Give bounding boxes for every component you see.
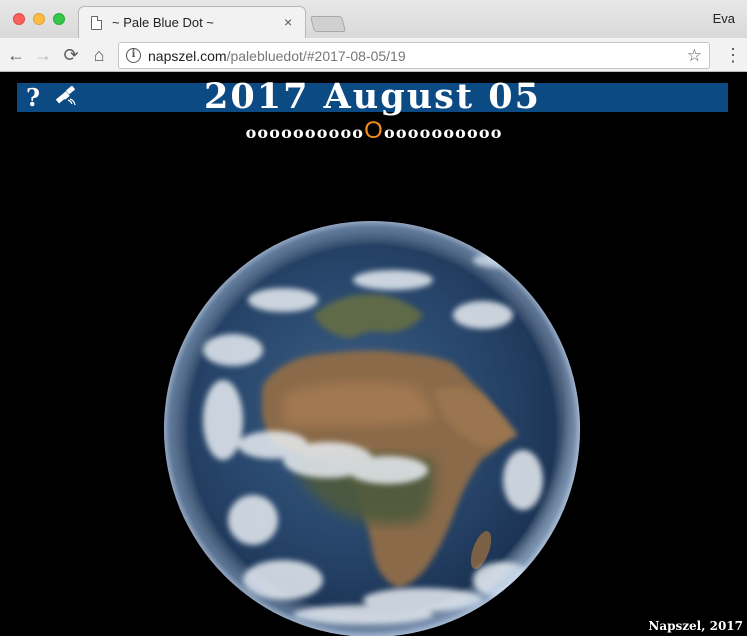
help-icon[interactable]: ? (26, 84, 40, 112)
frame-dot[interactable]: o (257, 121, 268, 145)
frame-dot[interactable]: o (408, 121, 419, 145)
bookmark-star-icon[interactable]: ☆ (687, 46, 702, 66)
frame-dot[interactable]: o (317, 121, 328, 145)
browser-tab[interactable]: ~ Pale Blue Dot ~ × (78, 6, 306, 39)
browser-titlebar: ~ Pale Blue Dot ~ × Eva (0, 0, 747, 39)
tab-close-icon[interactable]: × (284, 14, 292, 30)
frame-dot[interactable]: o (352, 121, 363, 145)
browser-toolbar: ← → ⟳ ⌂ i napszel.com/palebluedot/#2017-… (0, 38, 747, 72)
forward-arrow-icon[interactable]: → (33, 45, 53, 65)
frame-dot[interactable]: o (467, 121, 478, 145)
frame-dot[interactable]: o (269, 121, 280, 145)
page-content: 2017 August 05 ? ooooooooooOoooooooooo N… (0, 73, 747, 636)
frame-selector: ooooooooooOoooooooooo (0, 119, 747, 145)
profile-name[interactable]: Eva (713, 11, 735, 26)
frame-dot[interactable]: o (305, 121, 316, 145)
back-arrow-icon[interactable]: ← (6, 45, 26, 65)
frame-dot[interactable]: o (384, 121, 395, 145)
date-banner: 2017 August 05 ? (17, 77, 728, 117)
frame-dot-active[interactable]: O (364, 119, 383, 143)
frame-dot[interactable]: o (491, 121, 502, 145)
info-icon[interactable]: i (126, 48, 141, 63)
earth-image (163, 220, 581, 636)
window-close-button[interactable] (13, 13, 25, 25)
frame-dot[interactable]: o (420, 121, 431, 145)
frame-dot[interactable]: o (293, 121, 304, 145)
document-icon (91, 16, 102, 30)
window-maximize-button[interactable] (53, 13, 65, 25)
frame-dot[interactable]: o (431, 121, 442, 145)
tab-title: ~ Pale Blue Dot ~ (112, 15, 214, 30)
frame-dot[interactable]: o (246, 121, 257, 145)
frame-dot[interactable]: o (443, 121, 454, 145)
url-text[interactable]: napszel.com/palebluedot/#2017-08-05/19 (148, 48, 406, 64)
url-host: napszel.com (148, 48, 227, 64)
footer-credit: Napszel, 2017 (648, 619, 743, 633)
url-path: /palebluedot/#2017-08-05/19 (226, 48, 406, 64)
frame-dot[interactable]: o (340, 121, 351, 145)
home-icon[interactable]: ⌂ (89, 45, 109, 65)
reload-icon[interactable]: ⟳ (61, 45, 81, 65)
new-tab-button[interactable] (309, 16, 347, 32)
frame-dot[interactable]: o (396, 121, 407, 145)
satellite-icon[interactable] (54, 86, 78, 108)
browser-menu-icon[interactable]: ⋮ (724, 45, 742, 65)
address-bar[interactable]: i napszel.com/palebluedot/#2017-08-05/19… (118, 42, 710, 69)
frame-dot[interactable]: o (479, 121, 490, 145)
frame-dot[interactable]: o (329, 121, 340, 145)
window-minimize-button[interactable] (33, 13, 45, 25)
frame-dot[interactable]: o (455, 121, 466, 145)
date-title: 2017 August 05 (204, 76, 541, 117)
frame-dot[interactable]: o (281, 121, 292, 145)
